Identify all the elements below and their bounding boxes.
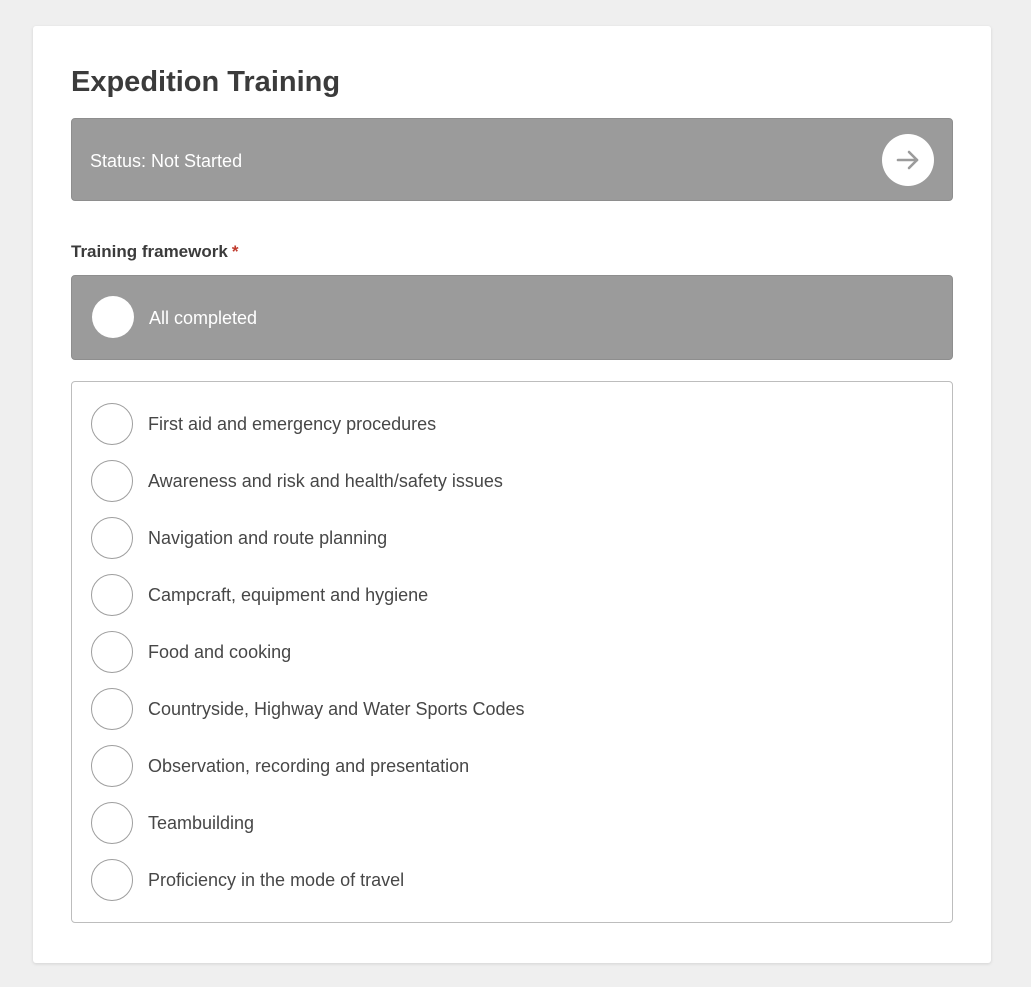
option-label: Teambuilding: [148, 813, 255, 833]
option-radio[interactable]: [91, 631, 133, 673]
option-radio[interactable]: [91, 745, 133, 787]
option-navigation[interactable]: Navigation and route planning: [91, 516, 931, 562]
option-label: First aid and emergency procedures: [148, 414, 437, 434]
option-label: Food and cooking: [148, 642, 292, 662]
option-radio[interactable]: [91, 859, 133, 901]
option-label: Campcraft, equipment and hygiene: [148, 585, 429, 605]
training-framework-label-text: Training framework: [71, 242, 228, 261]
option-awareness-risk[interactable]: Awareness and risk and health/safety iss…: [91, 459, 931, 505]
option-teambuilding[interactable]: Teambuilding: [91, 801, 931, 847]
option-campcraft[interactable]: Campcraft, equipment and hygiene: [91, 573, 931, 619]
arrow-right-icon: [896, 150, 919, 170]
option-food-cooking[interactable]: Food and cooking: [91, 630, 931, 676]
option-label: Navigation and route planning: [148, 528, 388, 548]
all-completed-radio[interactable]: [92, 296, 134, 338]
option-label: Awareness and risk and health/safety iss…: [148, 471, 503, 491]
option-radio[interactable]: [91, 688, 133, 730]
all-completed-label: All completed: [149, 308, 258, 328]
status-bar: Status: Not Started: [71, 118, 953, 201]
option-radio[interactable]: [91, 802, 133, 844]
option-radio[interactable]: [91, 517, 133, 559]
training-framework-label: Training framework *: [71, 241, 238, 263]
option-proficiency[interactable]: Proficiency in the mode of travel: [91, 858, 931, 904]
required-marker: *: [231, 242, 239, 261]
option-label: Proficiency in the mode of travel: [148, 870, 405, 890]
status-next-button[interactable]: [882, 134, 934, 186]
option-countryside-codes[interactable]: Countryside, Highway and Water Sports Co…: [91, 687, 931, 733]
training-framework-options: First aid and emergency procedures Aware…: [71, 381, 953, 923]
option-label: Observation, recording and presentation: [148, 756, 470, 776]
option-radio[interactable]: [91, 403, 133, 445]
option-radio[interactable]: [91, 460, 133, 502]
status-text: Status: Not Started: [90, 151, 243, 171]
expedition-training-card: Expedition Training Status: Not Started …: [33, 26, 991, 963]
all-completed-option[interactable]: All completed: [71, 275, 953, 360]
option-radio[interactable]: [91, 574, 133, 616]
option-observation[interactable]: Observation, recording and presentation: [91, 744, 931, 790]
option-first-aid[interactable]: First aid and emergency procedures: [91, 402, 931, 448]
page-title: Expedition Training: [71, 66, 341, 98]
option-label: Countryside, Highway and Water Sports Co…: [148, 699, 525, 719]
